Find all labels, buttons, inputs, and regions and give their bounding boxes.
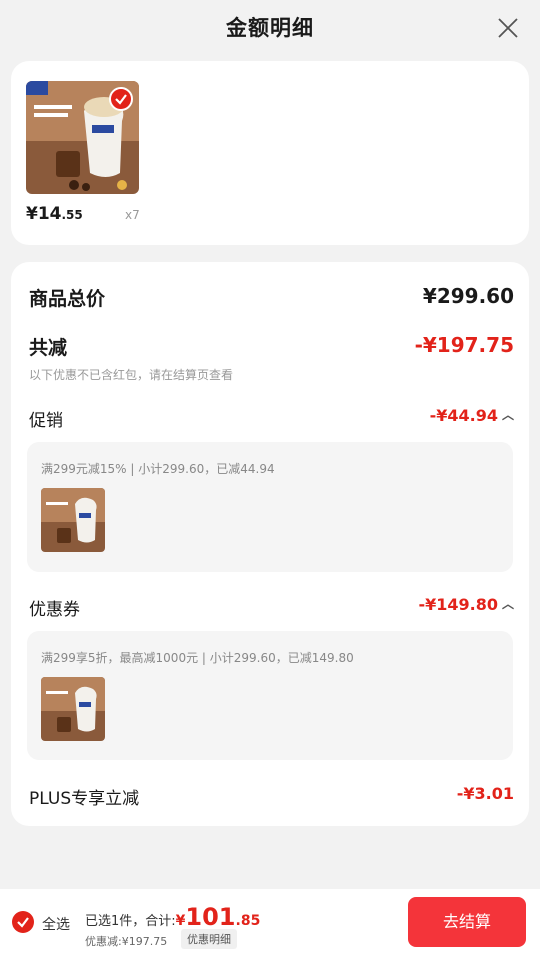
- promo-row[interactable]: 促销 -¥44.94 ︿: [29, 406, 514, 431]
- plus-value: -¥3.01: [456, 784, 514, 803]
- discount-value: -¥197.75: [414, 333, 514, 357]
- promo-value: -¥44.94: [429, 406, 498, 425]
- saved-amount: 优惠减:¥197.75: [85, 935, 168, 948]
- total-value: ¥299.60: [422, 284, 514, 308]
- coupon-label: 优惠券: [29, 600, 80, 620]
- coupon-detail-box: 满299享5折，最高减1000元 | 小计299.60，已减149.80: [27, 631, 513, 760]
- selected-summary: 已选1件，合计:¥101.85: [85, 903, 261, 931]
- plus-label: PLUS专享立减: [29, 789, 140, 809]
- checkout-bar: 全选 已选1件，合计:¥101.85 优惠减:¥197.75 优惠明细 去结算: [0, 889, 540, 955]
- coupon-row[interactable]: 优惠券 -¥149.80 ︿: [29, 595, 514, 620]
- coupon-product-image: [41, 677, 105, 741]
- modal-header: 金额明细: [0, 0, 540, 56]
- product-price: ¥14.55: [26, 204, 83, 224]
- discount-detail-tag[interactable]: 优惠明细: [181, 929, 237, 949]
- plus-row: PLUS专享立减 -¥3.01: [29, 784, 514, 809]
- promo-detail-text: 满299元减15% | 小计299.60，已减44.94: [41, 462, 275, 476]
- promo-product-image: [41, 488, 105, 552]
- total-label: 商品总价: [29, 288, 106, 310]
- chevron-up-icon[interactable]: ︿: [502, 595, 514, 612]
- chevron-up-icon[interactable]: ︿: [502, 406, 514, 423]
- discount-note: 以下优惠不已含红包，请在结算页查看: [29, 368, 234, 382]
- coupon-value: -¥149.80: [418, 595, 498, 614]
- close-icon[interactable]: [496, 16, 520, 40]
- discount-row: 共减 -¥197.75 以下优惠不已含红包，请在结算页查看: [29, 333, 514, 383]
- price-detail-card: 商品总价 ¥299.60 共减 -¥197.75 以下优惠不已含红包，请在结算页…: [11, 262, 529, 826]
- coupon-detail-text: 满299享5折，最高减1000元 | 小计299.60，已减149.80: [41, 651, 354, 665]
- select-all-label[interactable]: 全选: [42, 914, 70, 934]
- promo-detail-box: 满299元减15% | 小计299.60，已减44.94: [27, 442, 513, 572]
- promo-label: 促销: [29, 411, 63, 431]
- checkout-button[interactable]: 去结算: [408, 897, 526, 947]
- select-all-check-icon[interactable]: [12, 911, 34, 933]
- page-title: 金额明细: [226, 16, 314, 40]
- product-image[interactable]: [26, 81, 139, 194]
- discount-label: 共减: [29, 337, 68, 359]
- selected-check-icon[interactable]: [109, 87, 133, 111]
- product-card: ¥14.55 x7: [11, 61, 529, 245]
- total-row: 商品总价 ¥299.60: [29, 284, 514, 312]
- product-quantity: x7: [125, 208, 140, 222]
